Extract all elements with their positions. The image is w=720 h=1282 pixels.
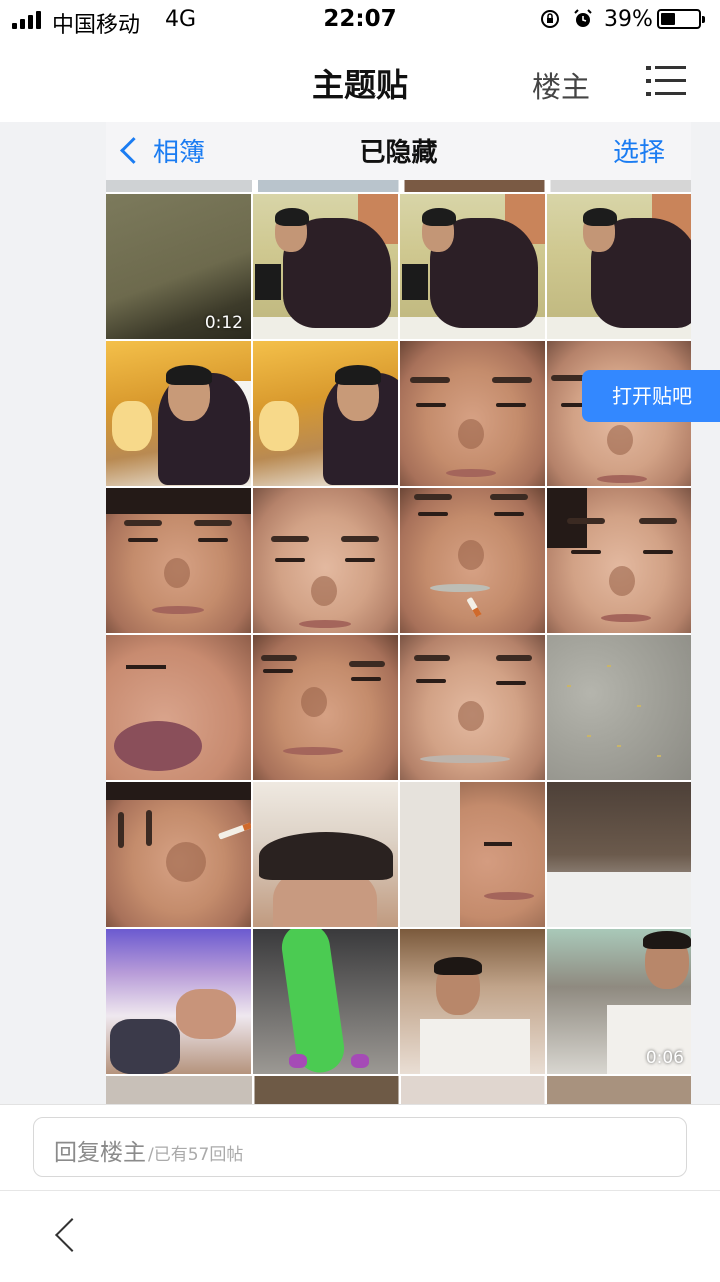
alarm-icon	[574, 9, 592, 27]
owner-filter-button[interactable]: 楼主	[532, 64, 590, 106]
video-duration: 0:06	[645, 1048, 684, 1068]
photo-thumbnail	[400, 782, 545, 927]
photos-album-title: 已隐藏	[359, 138, 438, 168]
photo-thumbnail	[400, 194, 545, 339]
photo-thumbnail	[400, 929, 545, 1074]
photo-thumbnail	[253, 194, 398, 339]
photo-row-partial	[106, 180, 691, 192]
status-bar: 中国移动 4G 22:07 39%	[0, 0, 720, 40]
photo-thumbnail	[400, 635, 545, 780]
photo-thumbnail	[547, 782, 691, 927]
open-tieba-button[interactable]: 打开贴吧	[582, 370, 720, 422]
orientation-lock-icon	[541, 10, 559, 28]
photo-row-partial	[106, 1076, 691, 1104]
photo-grid: 0:12 0:06	[106, 194, 691, 1074]
photo-thumbnail	[253, 782, 398, 927]
photo-thumbnail: 0:06	[547, 929, 691, 1074]
photo-thumbnail	[400, 488, 545, 633]
photo-thumbnail	[547, 194, 691, 339]
photo-thumbnail	[106, 635, 251, 780]
photo-thumbnail	[253, 488, 398, 633]
menu-icon[interactable]	[646, 66, 686, 96]
reply-bar: 回复楼主/已有57回帖	[0, 1104, 720, 1191]
photo-thumbnail	[253, 929, 398, 1074]
photo-thumbnail	[400, 341, 545, 486]
post-content: 相簿 已隐藏 选择 0:12 0:06 打开贴吧	[0, 122, 720, 1104]
photo-thumbnail	[106, 782, 251, 927]
photos-select-label: 选择	[612, 138, 665, 168]
bottom-bar	[0, 1190, 720, 1282]
reply-count: /已有57回帖	[148, 1145, 244, 1165]
reply-placeholder-text: 回复楼主	[54, 1140, 146, 1166]
photos-nav-bar: 相簿 已隐藏 选择	[106, 122, 691, 181]
reply-input[interactable]: 回复楼主/已有57回帖	[33, 1117, 687, 1177]
photo-thumbnail	[106, 488, 251, 633]
photo-thumbnail: 0:12	[106, 194, 251, 339]
photo-thumbnail	[253, 635, 398, 780]
app-header: 主题贴 楼主	[0, 44, 720, 120]
post-image[interactable]: 相簿 已隐藏 选择 0:12 0:06	[106, 122, 691, 1104]
chevron-left-icon[interactable]	[55, 1218, 89, 1252]
battery-percentage: 39%	[604, 7, 653, 32]
video-duration: 0:12	[204, 313, 243, 333]
photo-thumbnail	[547, 635, 691, 780]
reply-placeholder: 回复楼主/已有57回帖	[54, 1133, 243, 1167]
page-title: 主题贴	[311, 66, 408, 104]
battery-icon	[657, 9, 705, 29]
photo-thumbnail	[106, 929, 251, 1074]
photo-thumbnail	[547, 488, 691, 633]
photo-thumbnail	[106, 341, 251, 486]
photo-thumbnail	[253, 341, 398, 486]
